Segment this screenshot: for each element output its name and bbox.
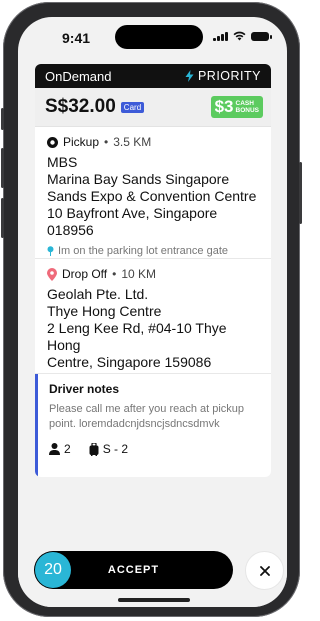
dropoff-label: Drop Off — [62, 267, 108, 281]
volume-down-button — [1, 198, 4, 238]
status-bar: 9:41 — [18, 17, 287, 57]
pickup-separator: • — [104, 135, 109, 149]
dropoff-separator: • — [112, 267, 117, 281]
dropoff-address-line: Thye Hong Centre — [47, 303, 162, 319]
accept-button[interactable]: 20 ACCEPT — [34, 551, 233, 589]
battery-icon — [251, 31, 272, 41]
priority-tag: PRIORITY — [185, 69, 261, 83]
cash-bonus-label-line2: BONUS — [235, 107, 259, 114]
priority-label: PRIORITY — [197, 69, 261, 83]
mute-switch — [1, 108, 4, 130]
pickup-address: MBS Marina Bay Sands Singapore Sands Exp… — [47, 154, 259, 239]
driver-notes-title: Driver notes — [49, 382, 120, 396]
luggage-count: S - 2 — [89, 442, 128, 456]
cash-bonus-label: CASH BONUS — [236, 100, 259, 114]
pickup-address-line: 10 Bayfront Ave, Singapore 018956 — [47, 205, 218, 238]
payment-badge: Card — [120, 101, 145, 113]
dropoff-section: Drop Off • 10 KM Geolah Pte. Ltd. Thye H… — [35, 259, 271, 374]
cash-bonus-badge: $3 CASH BONUS — [210, 96, 263, 118]
card-header: OnDemand PRIORITY — [35, 64, 271, 88]
pickup-address-line: MBS — [47, 154, 78, 170]
pickup-distance: 3.5 KM — [113, 135, 152, 149]
fare-price: S$32.00 — [45, 96, 116, 117]
power-button — [299, 162, 302, 224]
price-row: S$32.00 Card $3 CASH BONUS — [35, 88, 271, 127]
pickup-note: Im on the parking lot entrance gate — [47, 245, 259, 257]
phone-frame: 9:41 OnDemand PRIORITY S$32.00 Card $3 C… — [1, 2, 302, 617]
pickup-target-icon — [47, 136, 58, 148]
trip-details: 2 S - 2 — [49, 442, 259, 456]
driver-notes-text: Please call me after you reach at pickup… — [49, 403, 245, 430]
pickup-label: Pickup — [63, 135, 100, 149]
pickup-note-text: Im on the parking lot entrance gate — [58, 245, 228, 257]
dropoff-pin-icon — [47, 267, 57, 281]
status-time: 9:41 — [62, 30, 91, 46]
decline-button[interactable] — [245, 551, 284, 590]
service-title: OnDemand — [45, 68, 112, 84]
home-indicator[interactable] — [118, 598, 190, 602]
driver-notes-section: Driver notes Please call me after you re… — [35, 374, 271, 477]
lightning-icon — [185, 70, 194, 82]
luggage-count-value: S - 2 — [102, 442, 129, 456]
cash-bonus-amount: $3 — [214, 97, 234, 116]
dropoff-address-line: Centre, Singapore 159086 — [47, 354, 212, 370]
pickup-address-line: Sands Expo & Convention Centre — [47, 188, 257, 204]
passenger-count-value: 2 — [64, 442, 71, 456]
dropoff-distance: 10 KM — [121, 267, 157, 281]
dropoff-address: Geolah Pte. Ltd. Thye Hong Centre 2 Leng… — [47, 286, 259, 371]
signal-icon — [213, 31, 228, 41]
accept-label: ACCEPT — [107, 564, 160, 576]
action-bar: 20 ACCEPT — [18, 540, 287, 607]
wifi-icon — [233, 31, 246, 41]
app-screen: 9:41 OnDemand PRIORITY S$32.00 Card $3 C… — [18, 17, 287, 607]
dropoff-address-line: 2 Leng Kee Rd, #04-10 Thye Hong — [47, 320, 227, 353]
dropoff-address-line: Geolah Pte. Ltd. — [47, 286, 149, 302]
close-icon — [259, 565, 270, 576]
status-icons — [213, 31, 272, 41]
pickup-address-line: Marina Bay Sands Singapore — [47, 171, 230, 187]
volume-up-button — [1, 148, 4, 188]
passenger-icon — [49, 443, 60, 455]
pickup-section: Pickup • 3.5 KM MBS Marina Bay Sands Sin… — [35, 127, 271, 259]
luggage-icon — [89, 442, 99, 456]
location-pin-icon — [47, 246, 54, 256]
dropoff-tag: Drop Off • 10 KM — [47, 267, 259, 281]
job-card[interactable]: OnDemand PRIORITY S$32.00 Card $3 CASH B… — [35, 64, 271, 477]
cash-bonus-label-line1: CASH — [235, 100, 254, 107]
dynamic-island — [115, 25, 203, 49]
passenger-count: 2 — [49, 442, 71, 456]
pickup-tag: Pickup • 3.5 KM — [47, 135, 259, 149]
